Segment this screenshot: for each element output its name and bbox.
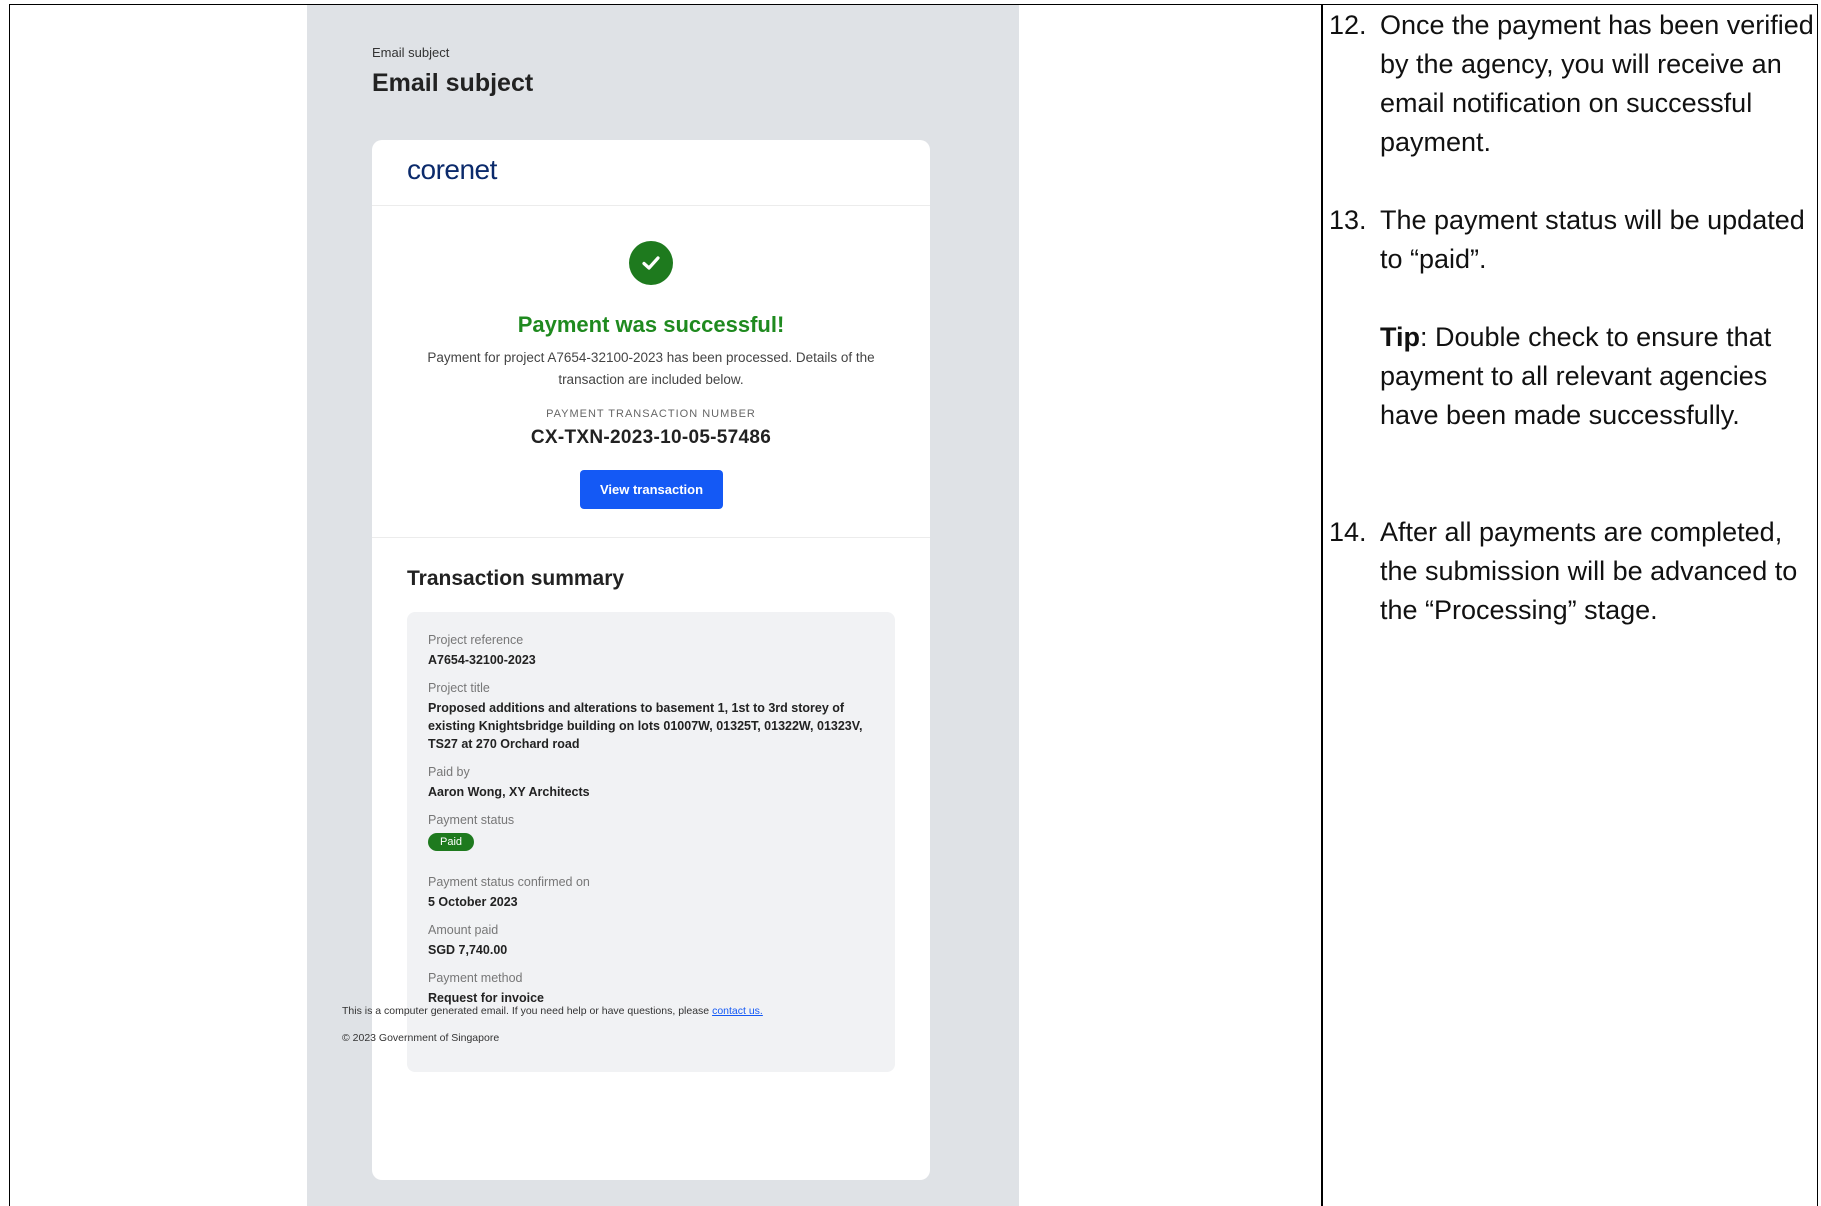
amount-paid-field: Amount paid SGD 7,740.00 — [428, 922, 878, 959]
project-title-field: Project title Proposed additions and alt… — [428, 680, 878, 753]
field-label: Amount paid — [428, 923, 499, 937]
field-label: Project title — [428, 681, 490, 695]
field-value: Aaron Wong, XY Architects — [428, 785, 590, 799]
project-reference-field: Project reference A7654-32100-2023 — [428, 632, 878, 669]
success-title: Payment was successful! — [517, 312, 785, 337]
transaction-number: CX-TXN-2023-10-05-57486 — [530, 427, 772, 448]
tip-label: Tip — [1380, 322, 1420, 352]
email-subject-title: Email subject — [372, 69, 534, 97]
field-value: SGD 7,740.00 — [428, 943, 508, 957]
transaction-summary-title: Transaction summary — [407, 567, 625, 590]
field-label: Project reference — [428, 633, 524, 647]
step-text: The payment status will be updated to “p… — [1380, 205, 1805, 274]
tip-text: Tip: Double check to ensure that payment… — [1380, 318, 1820, 435]
step-number: 13. — [1329, 205, 1367, 235]
field-value: A7654-32100-2023 — [428, 653, 536, 667]
confirmed-on-field: Payment status confirmed on 5 October 20… — [428, 874, 878, 911]
field-label: Payment status confirmed on — [428, 875, 590, 889]
field-value: Proposed additions and alterations to ba… — [428, 701, 863, 751]
contact-us-link[interactable]: contact us. — [712, 1005, 763, 1017]
paid-by-field: Paid by Aaron Wong, XY Architects — [428, 764, 878, 801]
check-circle-icon — [629, 241, 673, 285]
field-value: 5 October 2023 — [428, 895, 518, 909]
email-card: corenet Payment was successful! Payment … — [372, 140, 930, 1180]
view-transaction-button[interactable]: View transaction — [580, 470, 723, 509]
payment-status-field: Payment status Paid — [428, 812, 878, 851]
payment-method-field: Payment method Request for invoice — [428, 970, 878, 1007]
step-text: Once the payment has been verified by th… — [1380, 10, 1814, 157]
field-label: Payment status — [428, 813, 515, 827]
success-description: Payment for project A7654-32100-2023 has… — [427, 350, 875, 387]
email-screenshot-panel: Email subject Email subject corenet Paym… — [307, 5, 1019, 1206]
step-number: 12. — [1329, 10, 1367, 40]
footer-message: This is a computer generated email. If y… — [342, 1005, 710, 1017]
field-label: Paid by — [428, 765, 470, 779]
footer-copyright: © 2023 Government of Singapore — [342, 1032, 500, 1044]
divider — [372, 537, 930, 538]
step-text: After all payments are completed, the su… — [1380, 517, 1798, 625]
tip-body: : Double check to ensure that payment to… — [1380, 322, 1772, 430]
divider — [372, 205, 930, 206]
corenet-logo: corenet — [407, 154, 497, 185]
footer-text: This is a computer generated email. If y… — [342, 1005, 763, 1017]
transaction-summary-box: Project reference A7654-32100-2023 Proje… — [407, 612, 895, 1072]
status-badge: Paid — [428, 833, 475, 851]
step-number: 14. — [1329, 517, 1367, 547]
transaction-number-label: PAYMENT TRANSACTION NUMBER — [546, 408, 756, 420]
email-subject-label: Email subject — [372, 45, 450, 60]
field-label: Payment method — [428, 971, 523, 985]
column-divider — [1321, 4, 1323, 1206]
